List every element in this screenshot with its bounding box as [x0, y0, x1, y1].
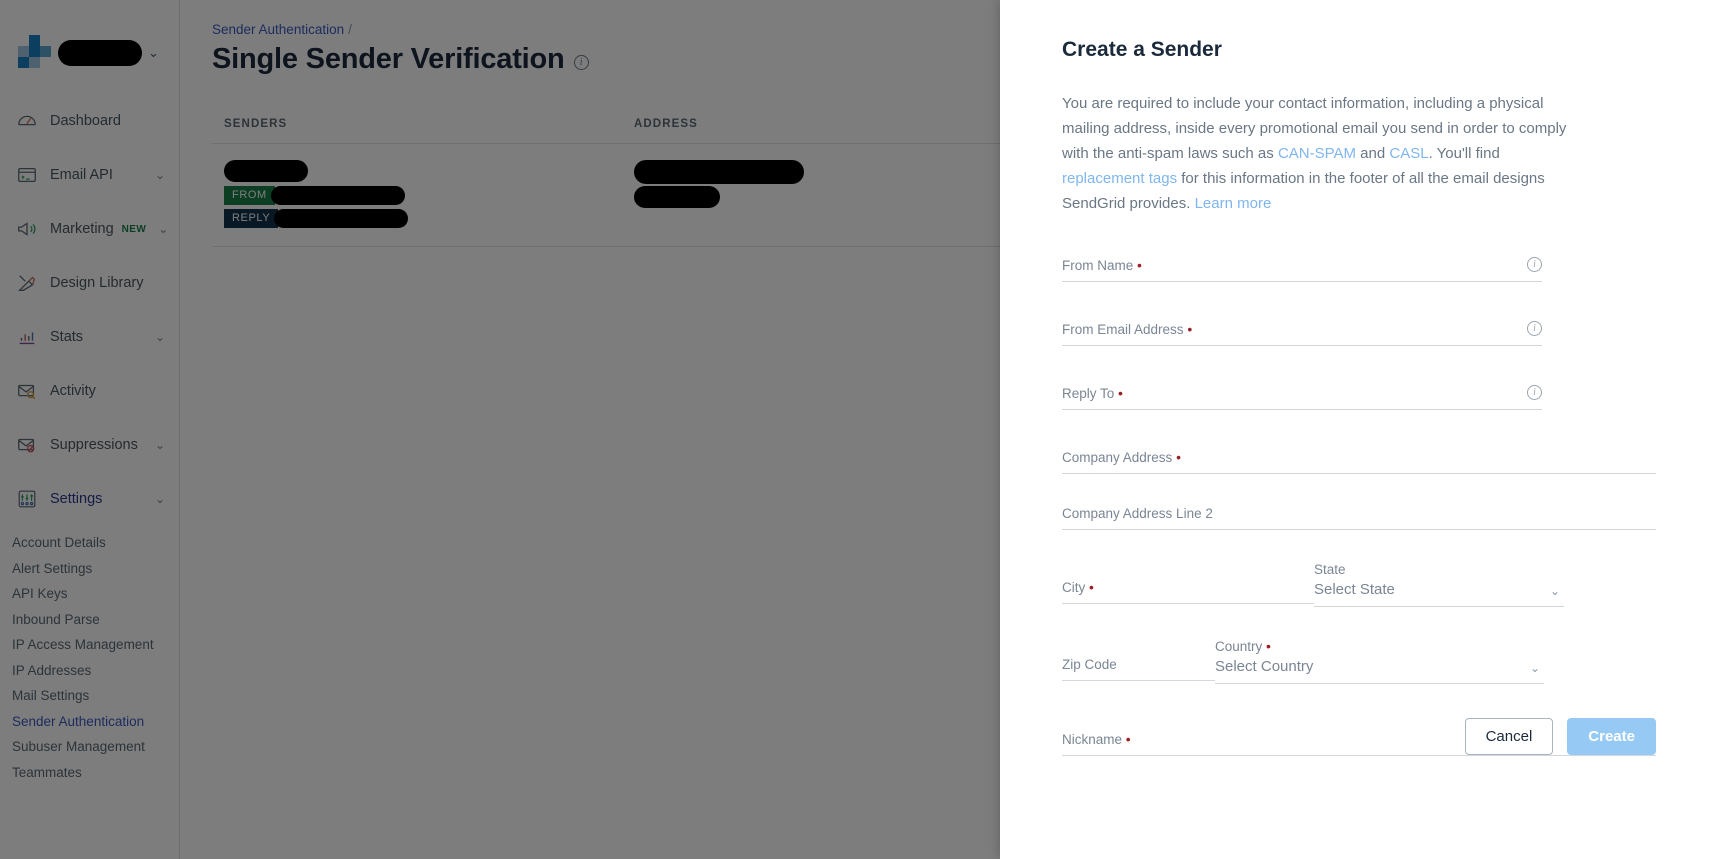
casl-link[interactable]: CASL: [1389, 145, 1428, 162]
required-dot: •: [1126, 731, 1131, 747]
state-label: State: [1314, 562, 1564, 577]
zip-code-label: Zip Code: [1062, 657, 1215, 672]
learn-more-link[interactable]: Learn more: [1195, 195, 1272, 212]
from-email-field[interactable]: From Email Address • i: [1062, 322, 1542, 346]
replacement-tags-link[interactable]: replacement tags: [1062, 170, 1177, 187]
desc-part-2: and: [1356, 145, 1389, 162]
reply-to-label: Reply To •: [1062, 386, 1542, 401]
required-dot: •: [1137, 257, 1142, 273]
from-email-underline: [1062, 345, 1542, 346]
chevron-down-icon[interactable]: ⌄: [1550, 584, 1560, 598]
app-root: ⌄ Dashboard Email API ⌄: [0, 0, 1718, 859]
city-underline: [1062, 603, 1314, 604]
company-address-line2-field[interactable]: Company Address Line 2: [1062, 506, 1656, 530]
from-email-label: From Email Address •: [1062, 322, 1542, 337]
city-field[interactable]: City •: [1062, 580, 1314, 607]
state-select[interactable]: State Select State ⌄: [1314, 562, 1564, 607]
create-sender-drawer: Create a Sender You are required to incl…: [1000, 0, 1718, 859]
company-address-line2-underline: [1062, 529, 1656, 530]
state-value: Select State: [1314, 581, 1564, 598]
required-dot: •: [1176, 449, 1181, 465]
city-state-row: City • State Select State ⌄: [1062, 562, 1656, 607]
drawer-actions: Cancel Create: [1465, 718, 1656, 755]
reply-to-underline: [1062, 409, 1542, 410]
country-select[interactable]: Country • Select Country ⌄: [1215, 639, 1544, 684]
city-label: City •: [1062, 580, 1314, 595]
from-name-field[interactable]: From Name • i: [1062, 258, 1542, 282]
required-dot: •: [1187, 321, 1192, 337]
zip-country-row: Zip Code Country • Select Country ⌄: [1062, 639, 1656, 684]
desc-part-3: . You'll find: [1429, 145, 1500, 162]
reply-to-field[interactable]: Reply To • i: [1062, 386, 1542, 410]
zip-code-underline: [1062, 680, 1215, 681]
company-address-line2-label: Company Address Line 2: [1062, 506, 1656, 521]
required-dot: •: [1089, 579, 1094, 595]
required-dot: •: [1118, 385, 1123, 401]
create-sender-form: From Name • i From Email Address • i Rep…: [1062, 258, 1656, 756]
can-spam-link[interactable]: CAN-SPAM: [1278, 145, 1356, 162]
state-underline: [1314, 606, 1564, 607]
cancel-button[interactable]: Cancel: [1465, 718, 1554, 755]
info-icon[interactable]: i: [1527, 257, 1542, 272]
country-underline: [1215, 683, 1544, 684]
country-label: Country •: [1215, 639, 1544, 654]
zip-code-field[interactable]: Zip Code: [1062, 657, 1215, 684]
required-dot: •: [1266, 638, 1271, 654]
info-icon[interactable]: i: [1527, 321, 1542, 336]
from-name-label: From Name •: [1062, 258, 1542, 273]
from-name-underline: [1062, 281, 1542, 282]
company-address-underline: [1062, 473, 1656, 474]
info-icon[interactable]: i: [1527, 385, 1542, 400]
company-address-label: Company Address •: [1062, 450, 1656, 465]
company-address-field[interactable]: Company Address •: [1062, 450, 1656, 474]
country-value: Select Country: [1215, 658, 1544, 675]
drawer-title: Create a Sender: [1062, 38, 1656, 62]
nickname-underline: [1062, 755, 1656, 756]
create-button[interactable]: Create: [1567, 718, 1656, 755]
chevron-down-icon[interactable]: ⌄: [1530, 661, 1540, 675]
drawer-description: You are required to include your contact…: [1062, 91, 1582, 216]
